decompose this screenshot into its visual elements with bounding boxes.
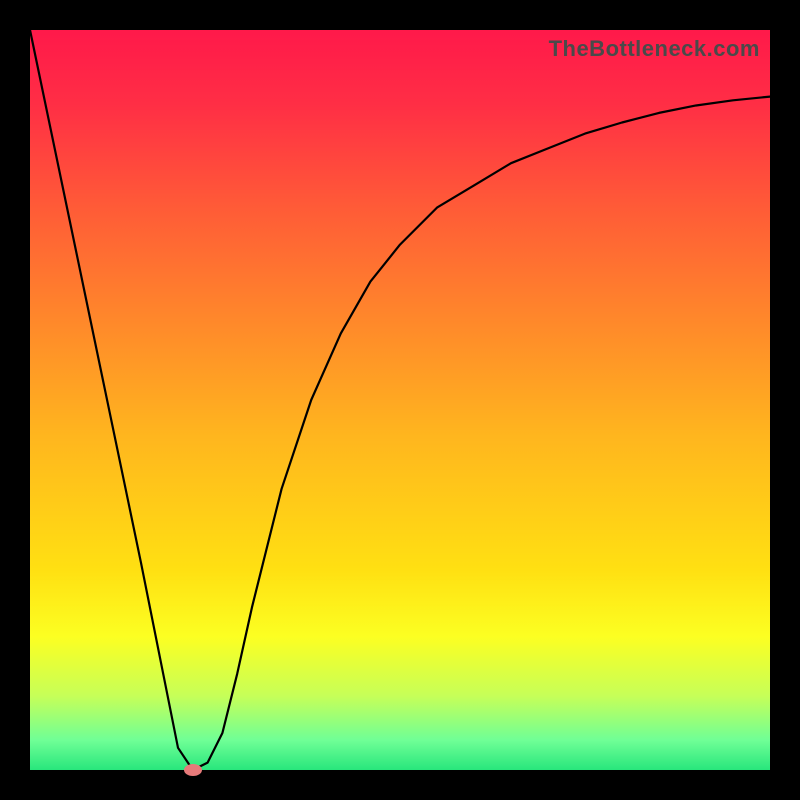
curve-minimum-marker (184, 764, 202, 776)
chart-frame: TheBottleneck.com (0, 0, 800, 800)
curve-line (30, 30, 770, 770)
plot-area: TheBottleneck.com (30, 30, 770, 770)
